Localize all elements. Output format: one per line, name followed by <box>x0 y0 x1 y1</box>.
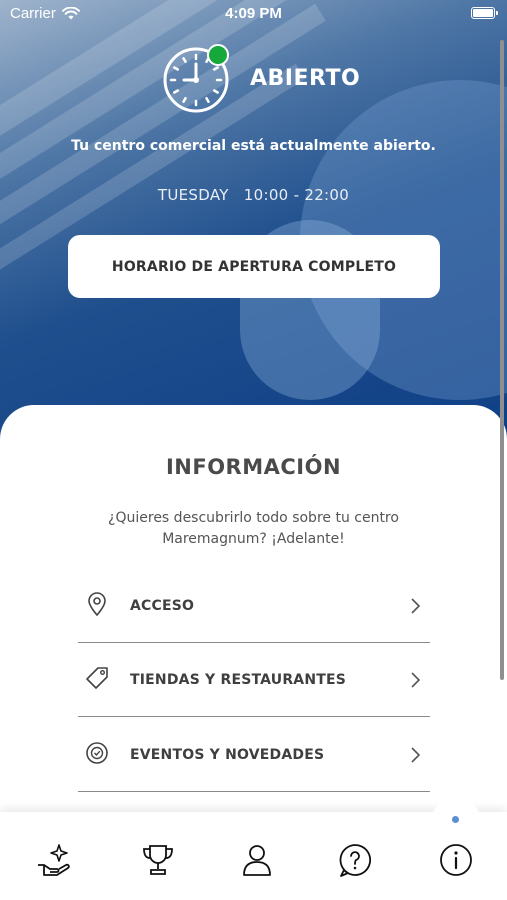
scroll-indicator[interactable] <box>500 40 504 680</box>
divider <box>78 715 430 717</box>
tab-help[interactable] <box>335 840 375 880</box>
battery-icon <box>471 7 498 19</box>
help-icon <box>339 844 372 877</box>
menu-item-tiendas[interactable]: TIENDAS Y RESTAURANTES <box>78 645 430 717</box>
tab-trophy[interactable] <box>138 840 178 880</box>
info-description: ¿Quieres descubrirlo todo sobre tu centr… <box>108 510 399 547</box>
location-pin-icon <box>88 592 106 617</box>
info-icon <box>440 844 472 876</box>
status-time: 4:09 PM <box>225 5 282 22</box>
active-tab-indicator <box>452 816 459 823</box>
menu-item-label: TIENDAS Y RESTAURANTES <box>130 672 347 688</box>
chevron-right-icon <box>411 672 421 688</box>
hours-label: 10:00 - 22:00 <box>243 186 350 204</box>
tab-profile[interactable] <box>237 840 277 880</box>
status-bar: Carrier 4:09 PM <box>0 0 507 28</box>
tab-rewards[interactable] <box>34 840 74 880</box>
chevron-right-icon <box>411 747 421 763</box>
open-status-description: Tu centro comercial está actualmente abi… <box>71 138 436 154</box>
open-status-dot <box>207 44 229 66</box>
menu-item-label: ACCESO <box>130 598 195 614</box>
trophy-icon <box>143 845 173 875</box>
tab-info[interactable] <box>436 840 476 880</box>
divider <box>78 790 430 792</box>
user-icon <box>243 845 271 876</box>
info-title: INFORMACIÓN <box>165 455 342 479</box>
menu-item-eventos[interactable]: EVENTOS Y NOVEDADES <box>78 720 430 792</box>
menu-item-label: EVENTOS Y NOVEDADES <box>130 747 325 763</box>
hand-sparkle-icon <box>38 844 70 876</box>
event-badge-icon <box>86 742 108 764</box>
full-hours-button[interactable]: HORARIO DE APERTURA COMPLETO <box>68 235 440 298</box>
menu-item-acceso[interactable]: ACCESO <box>78 571 430 643</box>
day-label: TUESDAY <box>157 186 229 204</box>
chevron-right-icon <box>411 598 421 614</box>
today-hours: TUESDAY 10:00 - 22:00 <box>0 186 507 204</box>
open-status-label: ABIERTO <box>250 66 361 91</box>
divider <box>78 641 430 643</box>
tag-icon <box>86 667 108 689</box>
